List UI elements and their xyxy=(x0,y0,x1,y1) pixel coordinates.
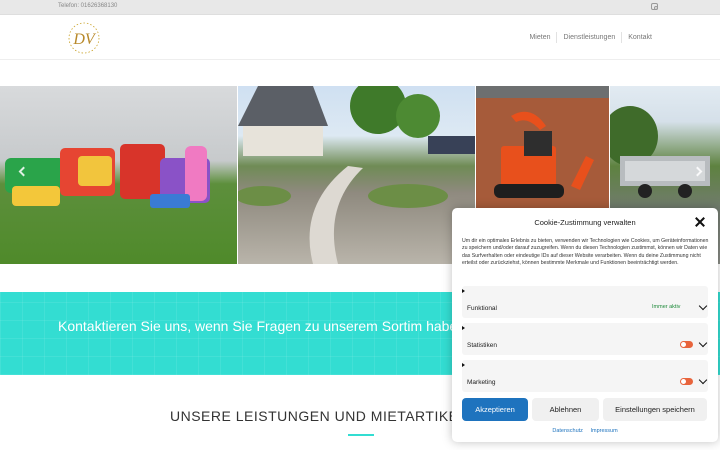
expand-triangle-icon xyxy=(462,289,465,293)
logo-letters: DV xyxy=(72,31,97,48)
site-header: DV Mieten Dienstleistungen Kontakt xyxy=(0,15,720,60)
cookie-consent-modal: Cookie-Zustimmung verwalten Um dir ein o… xyxy=(452,208,718,442)
cookie-category-marketing[interactable]: Marketing xyxy=(462,360,708,392)
always-active-status: Immer aktiv xyxy=(652,304,681,310)
expand-triangle-icon xyxy=(462,326,465,330)
expand-triangle-icon xyxy=(462,363,465,367)
garden-path-illustration xyxy=(238,86,475,264)
cookie-links: Datenschutz Impressum xyxy=(452,428,718,434)
logo-emblem: DV xyxy=(68,22,100,54)
services-heading: UNSERE LEISTUNGEN UND MIETARTIKEL xyxy=(170,408,467,424)
instagram-icon[interactable] xyxy=(651,3,658,10)
nav-item-mieten[interactable]: Mieten xyxy=(523,34,556,41)
category-label: Statistiken xyxy=(467,342,497,349)
deny-button[interactable]: Ablehnen xyxy=(532,398,599,421)
site-logo[interactable]: DV xyxy=(62,19,106,57)
privacy-link[interactable]: Datenschutz xyxy=(552,428,583,434)
chevron-down-icon[interactable] xyxy=(698,375,708,385)
cookie-category-statistics[interactable]: Statistiken xyxy=(462,323,708,355)
close-icon[interactable] xyxy=(694,216,706,228)
gallery-image-bouncy-castles[interactable] xyxy=(0,86,237,264)
imprint-link[interactable]: Impressum xyxy=(590,428,617,434)
cookie-modal-title: Cookie-Zustimmung verwalten xyxy=(534,218,636,227)
heading-underline xyxy=(348,434,374,436)
accept-button[interactable]: Akzeptieren xyxy=(462,398,528,421)
bouncy-castles-illustration xyxy=(5,144,210,208)
chevron-down-icon[interactable] xyxy=(698,301,708,311)
gallery-image-garden-path[interactable] xyxy=(238,86,475,264)
chevron-down-icon[interactable] xyxy=(698,338,708,348)
top-bar: Telefon: 01626368130 xyxy=(0,0,720,15)
cookie-description: Um dir ein optimales Erlebnis zu bieten,… xyxy=(462,238,709,267)
save-preferences-button[interactable]: Einstellungen speichern xyxy=(603,398,707,421)
category-label: Marketing xyxy=(467,379,496,386)
nav-item-dienstleistungen[interactable]: Dienstleistungen xyxy=(557,34,621,41)
contact-band-text: Kontaktieren Sie uns, wenn Sie Fragen zu… xyxy=(58,318,458,334)
marketing-toggle[interactable] xyxy=(680,378,693,385)
phone-number[interactable]: Telefon: 01626368130 xyxy=(58,3,117,9)
category-label: Funktional xyxy=(467,305,497,312)
statistics-toggle[interactable] xyxy=(680,341,693,348)
main-nav: Mieten Dienstleistungen Kontakt xyxy=(523,32,658,43)
cookie-category-functional[interactable]: Funktional Immer aktiv xyxy=(462,286,708,318)
nav-item-kontakt[interactable]: Kontakt xyxy=(622,34,658,41)
